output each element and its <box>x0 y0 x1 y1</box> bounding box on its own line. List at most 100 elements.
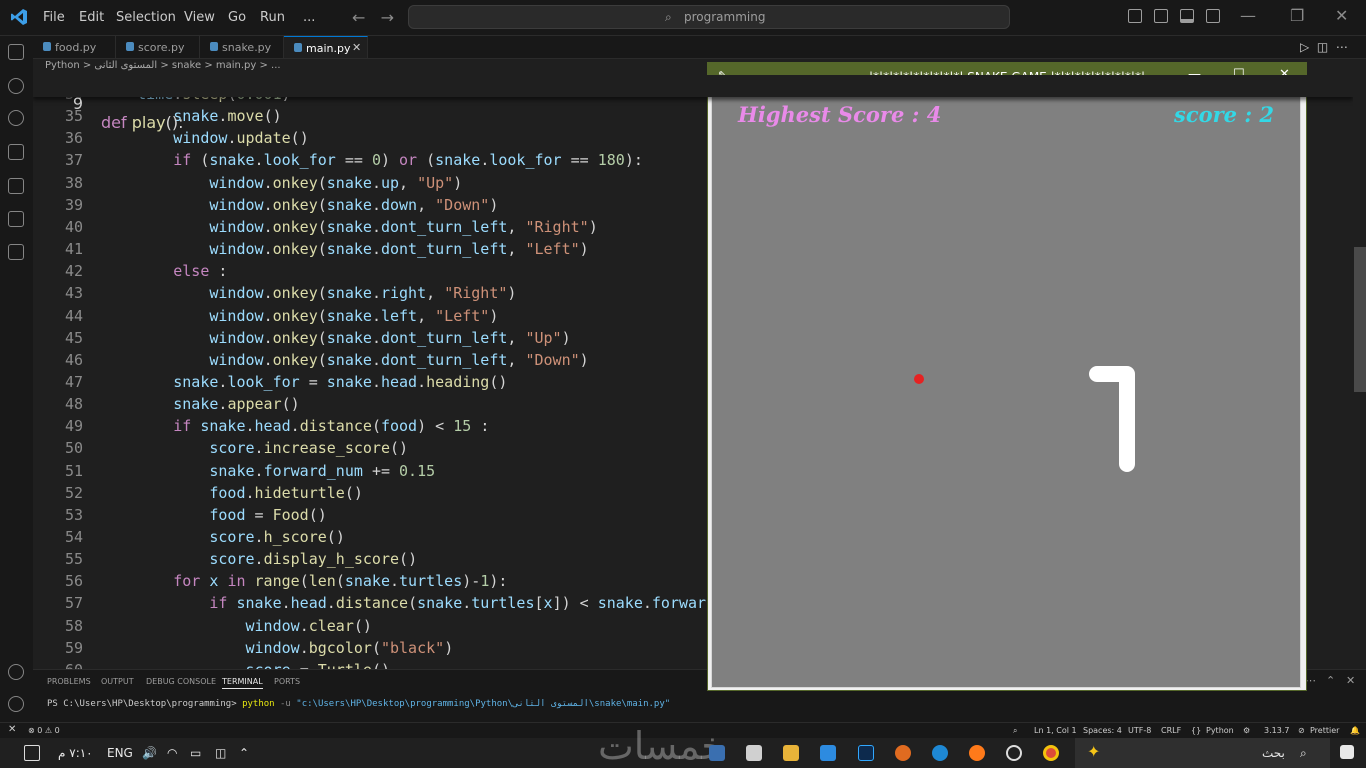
code-line: score.h_score() <box>209 528 345 546</box>
chrome-icon[interactable] <box>1043 745 1059 761</box>
braces-icon[interactable]: {} <box>1191 726 1201 735</box>
python-file-icon <box>126 42 134 51</box>
problems-status[interactable]: ⊗ 0 ⚠ 0 <box>28 726 60 735</box>
zoom-icon[interactable]: ⌕ <box>1013 726 1017 736</box>
breadcrumb[interactable]: Python > المستوى الثانى > snake > main.p… <box>45 60 281 71</box>
photoshop-icon[interactable] <box>858 745 874 761</box>
remote-explorer-icon[interactable] <box>8 244 24 260</box>
action-center-icon[interactable] <box>24 745 40 761</box>
close-icon[interactable]: ✕ <box>1335 6 1348 25</box>
notifications-icon[interactable]: 🔔 <box>1350 726 1360 735</box>
panel-maximize-icon[interactable]: ⌃ <box>1326 674 1335 687</box>
source-control-icon[interactable] <box>8 110 24 126</box>
record-icon[interactable] <box>1006 745 1022 761</box>
edge-icon[interactable] <box>932 745 948 761</box>
menu-selection[interactable]: Selection <box>116 10 176 25</box>
settings-gear-icon[interactable] <box>8 696 24 712</box>
cursor-position[interactable]: Ln 1, Col 1 <box>1034 726 1077 735</box>
firefox-icon[interactable] <box>969 745 985 761</box>
snake-game-window[interactable]: ✎ |*|*|*|*|*|*|*|*|*| SNAKE GAME |*|*|*|… <box>707 62 1307 691</box>
restore-icon[interactable]: ❐ <box>1290 6 1304 25</box>
panel-tab-terminal[interactable]: TERMINAL <box>222 677 263 689</box>
wifi-icon[interactable]: ◠ <box>167 746 177 760</box>
editor-scrollbar[interactable] <box>1354 247 1366 392</box>
search-icon: ⌕ <box>1300 746 1307 760</box>
account-icon[interactable] <box>8 664 24 680</box>
python-env-icon[interactable]: ⚙ <box>1243 726 1250 735</box>
back-arrow-icon[interactable]: ← <box>352 8 365 27</box>
toggle-primary-sidebar-icon[interactable] <box>1154 9 1168 23</box>
explorer-icon[interactable] <box>8 44 24 60</box>
tab-label: snake.py <box>222 41 272 54</box>
remote-icon[interactable]: ✕ <box>8 724 16 735</box>
app-icon-orange[interactable] <box>895 745 911 761</box>
minimize-icon[interactable]: — <box>1240 6 1256 25</box>
command-center-search[interactable]: ⌕ programming <box>408 5 1010 29</box>
line-ending[interactable]: CRLF <box>1161 726 1181 735</box>
tab-score-py[interactable]: score.py <box>116 36 200 58</box>
menu-more[interactable]: ... <box>303 10 315 25</box>
code-line: window.onkey(snake.down, "Down") <box>209 195 499 214</box>
language-mode[interactable]: Python <box>1206 726 1234 735</box>
more-actions-icon[interactable]: ⋯ <box>1336 40 1348 54</box>
terminal-command: python <box>242 699 275 709</box>
split-editor-icon[interactable]: ◫ <box>1317 40 1328 54</box>
extensions-icon[interactable] <box>8 178 24 194</box>
vscode-taskbar-icon[interactable] <box>820 745 836 761</box>
sticky-scroll-header[interactable]: 9 def play(): <box>33 75 1353 132</box>
menu-view[interactable]: View <box>184 10 215 25</box>
prettier-icon[interactable]: ⊘ <box>1298 726 1305 735</box>
tab-main-py[interactable]: main.py ✕ <box>284 36 368 58</box>
language-indicator[interactable]: ENG <box>107 746 133 760</box>
panel-tab-ports[interactable]: PORTS <box>274 677 300 686</box>
line-number: 56 <box>64 572 83 591</box>
search-icon[interactable] <box>8 78 24 94</box>
toggle-secondary-sidebar-icon[interactable] <box>1206 9 1220 23</box>
tab-snake-py[interactable]: snake.py <box>200 36 284 58</box>
run-file-icon[interactable]: ▷ <box>1300 40 1309 54</box>
taskbar-search-box[interactable]: ✦ بحث ⌕ <box>1075 738 1330 768</box>
show-hidden-icons-chevron-icon[interactable]: ⌃ <box>239 746 249 760</box>
run-debug-icon[interactable] <box>8 144 24 160</box>
error-icon: ⊗ <box>28 726 35 735</box>
volume-icon[interactable]: 🔊 <box>142 746 157 760</box>
menu-edit[interactable]: Edit <box>79 10 104 25</box>
menu-run[interactable]: Run <box>260 10 285 25</box>
menu-go[interactable]: Go <box>228 10 246 25</box>
meet-now-icon[interactable]: ◫ <box>215 746 226 760</box>
app-icon[interactable] <box>709 745 725 761</box>
customize-layout-icon[interactable] <box>1128 9 1142 23</box>
battery-icon[interactable]: ▭ <box>190 746 201 760</box>
terminal-output[interactable]: PS C:\Users\HP\Desktop\programming> pyth… <box>47 699 670 709</box>
line-number: 54 <box>64 528 83 546</box>
formatter[interactable]: Prettier <box>1310 726 1339 735</box>
windows-start-icon[interactable] <box>1340 745 1354 759</box>
tab-close-icon[interactable]: ✕ <box>352 41 361 54</box>
indentation[interactable]: Spaces: 4 <box>1083 726 1122 735</box>
testing-icon[interactable] <box>8 211 24 227</box>
clock[interactable]: ٧:١٠ م <box>58 746 93 760</box>
panel-tab-output[interactable]: OUTPUT <box>101 677 134 686</box>
code-line: window.bgcolor("black") <box>245 638 454 657</box>
file-explorer-icon[interactable] <box>783 745 799 761</box>
line-number: 49 <box>64 417 83 436</box>
line-number: 40 <box>64 217 83 236</box>
tab-food-py[interactable]: food.py <box>33 36 116 58</box>
python-version[interactable]: 3.13.7 <box>1264 726 1289 735</box>
toggle-panel-icon[interactable] <box>1180 9 1194 23</box>
panel-tab-debug-console[interactable]: DEBUG CONSOLE <box>146 677 216 686</box>
code-line: if snake.head.distance(snake.turtles[x])… <box>209 594 752 613</box>
warning-count: 0 <box>54 726 60 735</box>
forward-arrow-icon[interactable]: → <box>381 8 394 27</box>
vscode-logo-icon[interactable] <box>10 8 28 26</box>
panel-tab-problems[interactable]: PROBLEMS <box>47 677 91 686</box>
photos-icon[interactable] <box>746 745 762 761</box>
tab-label: main.py <box>306 42 351 55</box>
encoding[interactable]: UTF-8 <box>1128 726 1151 735</box>
game-canvas[interactable]: Highest Score : 4 score : 2 <box>711 95 1301 688</box>
panel-close-icon[interactable]: ✕ <box>1346 674 1355 687</box>
menu-file[interactable]: File <box>43 10 65 25</box>
code-line: else : <box>173 262 228 281</box>
line-number: 52 <box>64 483 83 502</box>
line-number: 45 <box>64 328 83 347</box>
